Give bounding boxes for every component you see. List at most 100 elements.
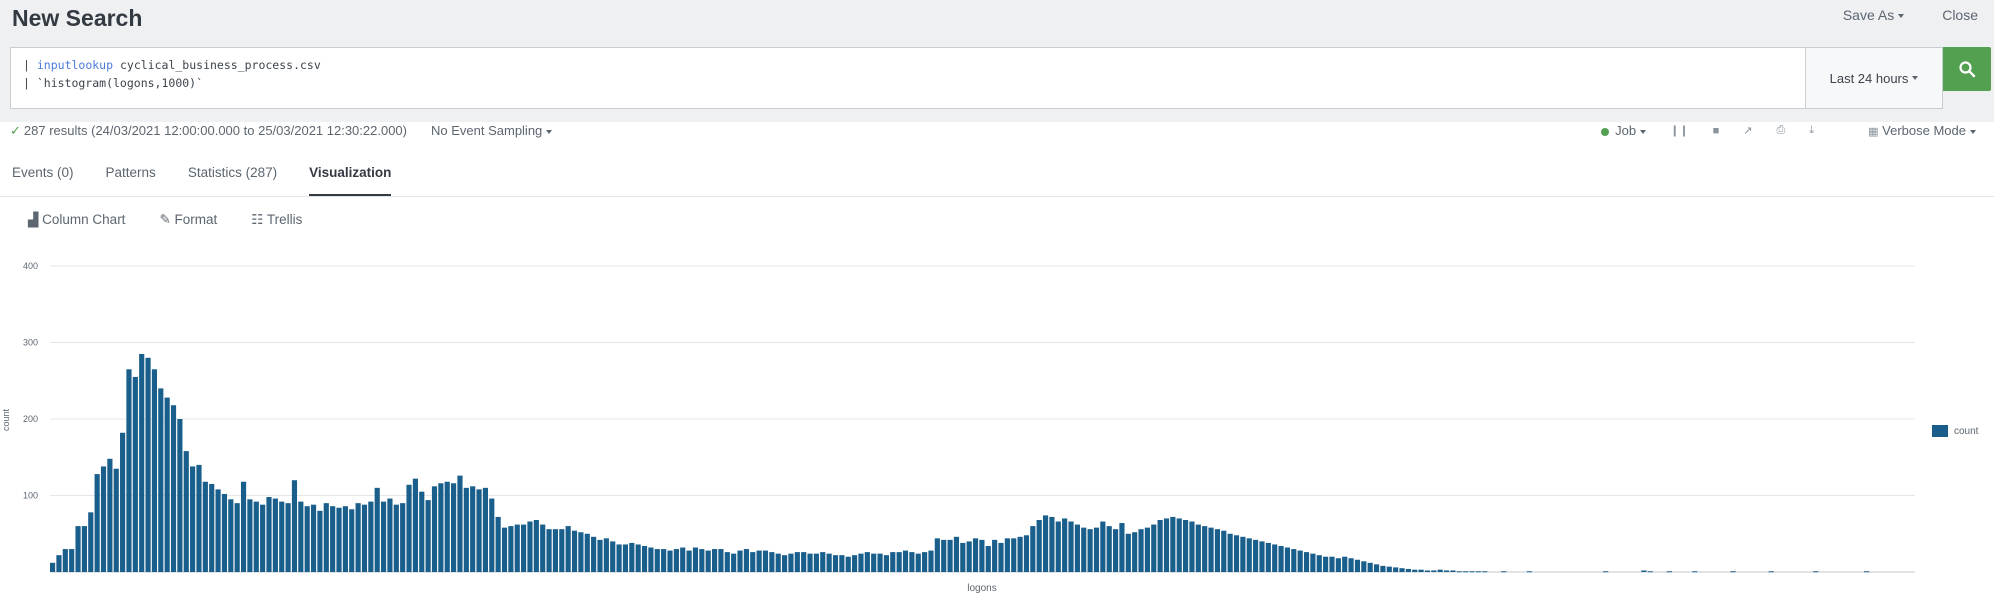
histogram-bar[interactable]: [813, 553, 819, 572]
histogram-bar[interactable]: [1195, 524, 1201, 572]
histogram-bar[interactable]: [960, 542, 966, 572]
histogram-bar[interactable]: [1278, 545, 1284, 572]
histogram-bar[interactable]: [1386, 566, 1392, 572]
histogram-bar[interactable]: [349, 509, 355, 572]
histogram-bar[interactable]: [209, 484, 215, 572]
histogram-bar[interactable]: [272, 498, 278, 572]
trellis-button[interactable]: ☷ Trellis: [251, 212, 302, 228]
histogram-bar[interactable]: [323, 503, 329, 572]
histogram-bar[interactable]: [1100, 521, 1106, 572]
histogram-bar[interactable]: [234, 503, 240, 572]
histogram-bar[interactable]: [1501, 571, 1507, 573]
histogram-bar[interactable]: [247, 499, 253, 572]
histogram-bar[interactable]: [1055, 521, 1061, 572]
histogram-bar[interactable]: [489, 498, 495, 572]
histogram-bar[interactable]: [1087, 529, 1093, 572]
histogram-bar[interactable]: [775, 553, 781, 572]
histogram-bar[interactable]: [400, 503, 406, 572]
histogram-bar[interactable]: [463, 487, 469, 572]
histogram-bar[interactable]: [1272, 544, 1278, 572]
histogram-bar[interactable]: [616, 544, 622, 572]
histogram-bar[interactable]: [1049, 516, 1055, 572]
histogram-bar[interactable]: [1004, 538, 1010, 572]
histogram-bar[interactable]: [1081, 527, 1087, 572]
histogram-bar[interactable]: [985, 545, 991, 572]
search-query-input[interactable]: | inputlookup cyclical_business_process.…: [10, 47, 1805, 109]
histogram-bar[interactable]: [1246, 538, 1252, 572]
histogram-bar[interactable]: [1354, 559, 1361, 572]
histogram-bar[interactable]: [807, 553, 813, 572]
histogram-bar[interactable]: [183, 451, 189, 572]
histogram-bar[interactable]: [1323, 556, 1329, 572]
histogram-bar[interactable]: [902, 550, 909, 572]
job-menu[interactable]: Job: [1601, 123, 1647, 138]
histogram-bar[interactable]: [1036, 519, 1042, 572]
histogram-bar[interactable]: [1424, 570, 1431, 572]
histogram-bar[interactable]: [1380, 565, 1386, 572]
histogram-bar[interactable]: [1730, 571, 1736, 573]
histogram-bar[interactable]: [750, 552, 756, 572]
histogram-bar[interactable]: [1456, 571, 1462, 573]
histogram-bar[interactable]: [508, 526, 514, 572]
search-mode-dropdown[interactable]: ▦ Verbose Mode: [1868, 123, 1976, 138]
histogram-bar[interactable]: [425, 500, 431, 572]
histogram-bar[interactable]: [1119, 523, 1125, 572]
histogram-bar[interactable]: [1227, 533, 1233, 572]
tab-statistics[interactable]: Statistics (287): [188, 160, 277, 196]
histogram-bar[interactable]: [457, 475, 463, 572]
histogram-bar[interactable]: [1864, 571, 1870, 573]
histogram-bar[interactable]: [864, 552, 870, 572]
histogram-bar[interactable]: [826, 553, 832, 572]
histogram-bar[interactable]: [501, 527, 508, 572]
histogram-bar[interactable]: [890, 552, 896, 572]
histogram-bar[interactable]: [113, 468, 119, 572]
histogram-bar[interactable]: [476, 489, 482, 572]
histogram-bar[interactable]: [673, 549, 679, 572]
histogram-bar[interactable]: [94, 474, 100, 572]
histogram-bar[interactable]: [1011, 538, 1017, 572]
histogram-bar[interactable]: [1373, 564, 1380, 572]
histogram-bar[interactable]: [1310, 553, 1316, 572]
histogram-bar[interactable]: [1062, 518, 1068, 572]
histogram-bar[interactable]: [50, 562, 56, 572]
histogram-bar[interactable]: [1214, 529, 1220, 572]
histogram-bar[interactable]: [661, 549, 667, 572]
histogram-bar[interactable]: [190, 466, 196, 572]
histogram-bar[interactable]: [336, 507, 342, 572]
histogram-bar[interactable]: [120, 432, 126, 572]
search-button[interactable]: [1943, 47, 1991, 91]
histogram-bar[interactable]: [1418, 569, 1424, 572]
histogram-bar[interactable]: [374, 487, 380, 572]
event-sampling-dropdown[interactable]: No Event Sampling: [431, 123, 553, 139]
histogram-bar[interactable]: [139, 353, 145, 572]
histogram-bar[interactable]: [794, 552, 800, 572]
histogram-bar[interactable]: [724, 552, 730, 572]
histogram-bar[interactable]: [877, 553, 883, 572]
histogram-bar[interactable]: [801, 552, 807, 572]
histogram-bar[interactable]: [1342, 556, 1348, 572]
histogram-bar[interactable]: [260, 504, 266, 572]
histogram-bar[interactable]: [546, 529, 552, 572]
histogram-bar[interactable]: [756, 550, 762, 572]
histogram-bar[interactable]: [1641, 570, 1647, 572]
histogram-bar[interactable]: [1265, 542, 1271, 572]
histogram-bar[interactable]: [871, 553, 877, 572]
histogram-bar[interactable]: [1291, 549, 1297, 572]
histogram-bar[interactable]: [1647, 571, 1653, 573]
histogram-bar[interactable]: [88, 512, 94, 572]
histogram-bar[interactable]: [1144, 527, 1150, 572]
histogram-bar[interactable]: [75, 526, 81, 572]
histogram-bar[interactable]: [355, 503, 361, 572]
chart-type-button[interactable]: ▟ Column Chart: [28, 212, 125, 228]
histogram-bar[interactable]: [380, 501, 387, 572]
histogram-bar[interactable]: [591, 536, 597, 572]
histogram-bar[interactable]: [1093, 527, 1100, 572]
histogram-bar[interactable]: [1303, 552, 1310, 572]
histogram-bar[interactable]: [928, 550, 934, 572]
histogram-bar[interactable]: [1106, 526, 1112, 572]
histogram-bar[interactable]: [495, 516, 501, 572]
histogram-bar[interactable]: [387, 498, 393, 572]
histogram-bar[interactable]: [858, 553, 864, 572]
histogram-bar[interactable]: [1603, 571, 1609, 573]
histogram-bar[interactable]: [221, 493, 228, 572]
